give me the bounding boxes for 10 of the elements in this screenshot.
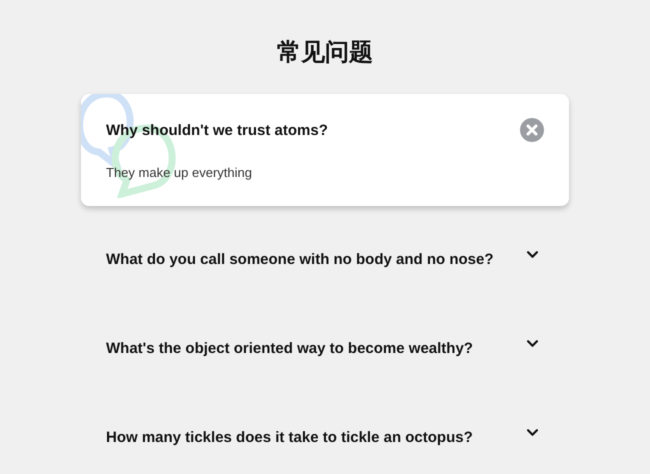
chevron-down-icon <box>526 340 538 346</box>
chevron-down-icon <box>526 428 538 436</box>
faq-question[interactable]: What do you call someone with no body and no nose? <box>106 250 494 270</box>
chevron-down-icon <box>526 250 538 258</box>
faq-question[interactable]: Why shouldn't we trust atoms? <box>106 121 328 141</box>
close-button[interactable] <box>519 117 545 143</box>
faq-answer: They make up everything <box>106 164 253 182</box>
faq-question[interactable]: What's the object oriented way to become wealthy? <box>106 339 473 359</box>
faq-question[interactable]: How many tickles does it take to tickle an octopus? <box>106 428 473 448</box>
page-title: 常见问题 <box>276 36 374 68</box>
